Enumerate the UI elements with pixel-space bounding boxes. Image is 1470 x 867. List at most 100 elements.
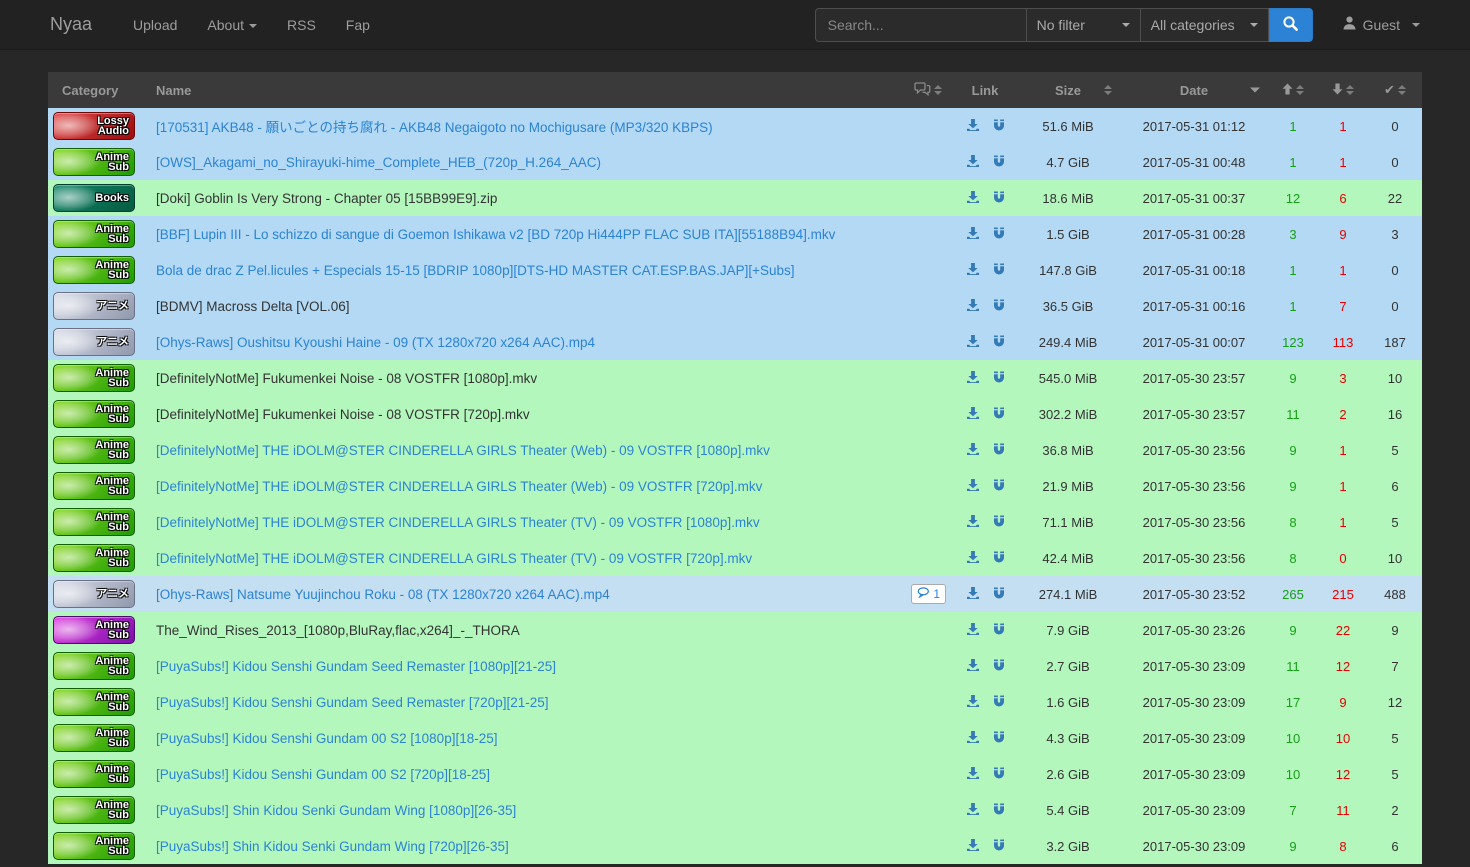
torrent-name-link[interactable]: [PuyaSubs!] Kidou Senshi Gundam 00 S2 [1… [156, 731, 497, 746]
nav-item-about[interactable]: About [192, 2, 272, 48]
header-date[interactable]: Date [1120, 72, 1268, 108]
category-badge-anime-sub[interactable]: Anime Sub [53, 436, 135, 464]
magnet-icon[interactable] [992, 334, 1006, 351]
header-comments[interactable] [902, 72, 954, 108]
category-badge-anime-raw[interactable]: アニメ [53, 328, 135, 356]
magnet-icon[interactable] [992, 370, 1006, 387]
magnet-icon[interactable] [992, 550, 1006, 567]
category-badge-anime-sub[interactable]: Anime Sub [53, 220, 135, 248]
torrent-name-link[interactable]: [170531] AKB48 - 願いごとの持ち腐れ - AKB48 Negai… [156, 120, 713, 135]
header-completed[interactable]: ✔ [1368, 72, 1422, 108]
download-icon[interactable] [966, 406, 980, 423]
comments-badge[interactable]: 1 [911, 584, 946, 604]
magnet-icon[interactable] [992, 298, 1006, 315]
category-badge-lossy-audio[interactable]: Lossy Audio [53, 112, 135, 140]
header-leechers[interactable] [1318, 72, 1368, 108]
category-badge-anime-sub[interactable]: Anime Sub [53, 364, 135, 392]
magnet-icon[interactable] [992, 154, 1006, 171]
download-icon[interactable] [966, 334, 980, 351]
category-badge-anime-sub[interactable]: Anime Sub [53, 472, 135, 500]
category-badge-anime-sub[interactable]: Anime Sub [53, 544, 135, 572]
header-name[interactable]: Name [148, 72, 902, 108]
magnet-icon[interactable] [992, 622, 1006, 639]
magnet-icon[interactable] [992, 514, 1006, 531]
download-icon[interactable] [966, 154, 980, 171]
magnet-icon[interactable] [992, 586, 1006, 603]
download-icon[interactable] [966, 514, 980, 531]
torrent-name-link[interactable]: [PuyaSubs!] Kidou Senshi Gundam Seed Rem… [156, 659, 556, 674]
download-icon[interactable] [966, 550, 980, 567]
magnet-icon[interactable] [992, 118, 1006, 135]
torrent-name-link[interactable]: [BDMV] Macross Delta [VOL.06] [156, 299, 350, 314]
category-badge-anime-sub[interactable]: Anime Sub [53, 148, 135, 176]
torrent-name-link[interactable]: [Doki] Goblin Is Very Strong - Chapter 0… [156, 191, 497, 206]
user-menu[interactable]: Guest [1343, 16, 1420, 33]
magnet-icon[interactable] [992, 694, 1006, 711]
torrent-name-link[interactable]: [DefinitelyNotMe] THE iDOLM@STER CINDERE… [156, 443, 770, 458]
magnet-icon[interactable] [992, 190, 1006, 207]
download-icon[interactable] [966, 118, 980, 135]
download-icon[interactable] [966, 442, 980, 459]
category-badge-anime-sub[interactable]: Anime Sub [53, 832, 135, 860]
torrent-name-link[interactable]: [DefinitelyNotMe] THE iDOLM@STER CINDERE… [156, 479, 762, 494]
magnet-icon[interactable] [992, 442, 1006, 459]
filter-select[interactable]: No filter [1026, 7, 1141, 42]
torrent-name-link[interactable]: [Ohys-Raws] Natsume Yuujinchou Roku - 08… [156, 587, 610, 602]
category-badge-anime-sub[interactable]: Anime Sub [53, 796, 135, 824]
search-input[interactable] [814, 7, 1027, 42]
nav-item-fap[interactable]: Fap [331, 2, 385, 48]
download-icon[interactable] [966, 694, 980, 711]
download-icon[interactable] [966, 370, 980, 387]
download-icon[interactable] [966, 298, 980, 315]
category-badge-anime-sub[interactable]: Anime Sub [53, 652, 135, 680]
download-icon[interactable] [966, 730, 980, 747]
magnet-icon[interactable] [992, 406, 1006, 423]
torrent-name-link[interactable]: [PuyaSubs!] Kidou Senshi Gundam 00 S2 [7… [156, 767, 490, 782]
magnet-icon[interactable] [992, 658, 1006, 675]
category-badge-anime-raw[interactable]: アニメ [53, 292, 135, 320]
nav-item-upload[interactable]: Upload [118, 2, 192, 48]
torrent-name-link[interactable]: [Ohys-Raws] Oushitsu Kyoushi Haine - 09 … [156, 335, 595, 350]
header-size[interactable]: Size [1016, 72, 1120, 108]
download-icon[interactable] [966, 478, 980, 495]
torrent-name-link[interactable]: [DefinitelyNotMe] THE iDOLM@STER CINDERE… [156, 551, 752, 566]
magnet-icon[interactable] [992, 478, 1006, 495]
category-badge-anime-sub[interactable]: Anime Sub [53, 688, 135, 716]
header-seeders[interactable] [1268, 72, 1318, 108]
category-badge-anime-raw[interactable]: アニメ [53, 580, 135, 608]
magnet-icon[interactable] [992, 766, 1006, 783]
category-badge-anime-sub[interactable]: Anime Sub [53, 508, 135, 536]
nav-item-rss[interactable]: RSS [272, 2, 331, 48]
category-select[interactable]: All categories [1140, 7, 1269, 42]
download-icon[interactable] [966, 622, 980, 639]
torrent-name-link[interactable]: [DefinitelyNotMe] Fukumenkei Noise - 08 … [156, 371, 537, 386]
category-badge-anime-sub[interactable]: Anime Sub [53, 400, 135, 428]
category-badge-anime-sub[interactable]: Anime Sub [53, 760, 135, 788]
torrent-name-link[interactable]: The_Wind_Rises_2013_[1080p,BluRay,flac,x… [156, 623, 520, 638]
torrent-name-link[interactable]: [PuyaSubs!] Shin Kidou Senki Gundam Wing… [156, 803, 516, 818]
category-badge-anime-sub-purple[interactable]: Anime Sub [53, 616, 135, 644]
magnet-icon[interactable] [992, 226, 1006, 243]
download-icon[interactable] [966, 658, 980, 675]
torrent-name-link[interactable]: [DefinitelyNotMe] THE iDOLM@STER CINDERE… [156, 515, 760, 530]
category-badge-anime-sub[interactable]: Anime Sub [53, 724, 135, 752]
category-badge-books[interactable]: Books [53, 184, 135, 212]
magnet-icon[interactable] [992, 730, 1006, 747]
magnet-icon[interactable] [992, 262, 1006, 279]
torrent-name-link[interactable]: [BBF] Lupin III - Lo schizzo di sangue d… [156, 227, 835, 242]
torrent-name-link[interactable]: [PuyaSubs!] Shin Kidou Senki Gundam Wing… [156, 839, 509, 854]
download-icon[interactable] [966, 802, 980, 819]
brand-link[interactable]: Nyaa [50, 14, 92, 35]
category-badge-anime-sub[interactable]: Anime Sub [53, 256, 135, 284]
torrent-name-link[interactable]: [DefinitelyNotMe] Fukumenkei Noise - 08 … [156, 407, 530, 422]
header-category[interactable]: Category [48, 72, 148, 108]
torrent-name-link[interactable]: [PuyaSubs!] Kidou Senshi Gundam Seed Rem… [156, 695, 549, 710]
download-icon[interactable] [966, 838, 980, 855]
search-button[interactable] [1268, 7, 1313, 42]
torrent-name-link[interactable]: [OWS]_Akagami_no_Shirayuki-hime_Complete… [156, 155, 601, 170]
magnet-icon[interactable] [992, 802, 1006, 819]
download-icon[interactable] [966, 262, 980, 279]
magnet-icon[interactable] [992, 838, 1006, 855]
download-icon[interactable] [966, 766, 980, 783]
torrent-name-link[interactable]: Bola de drac Z Pel.licules + Especials 1… [156, 263, 795, 278]
